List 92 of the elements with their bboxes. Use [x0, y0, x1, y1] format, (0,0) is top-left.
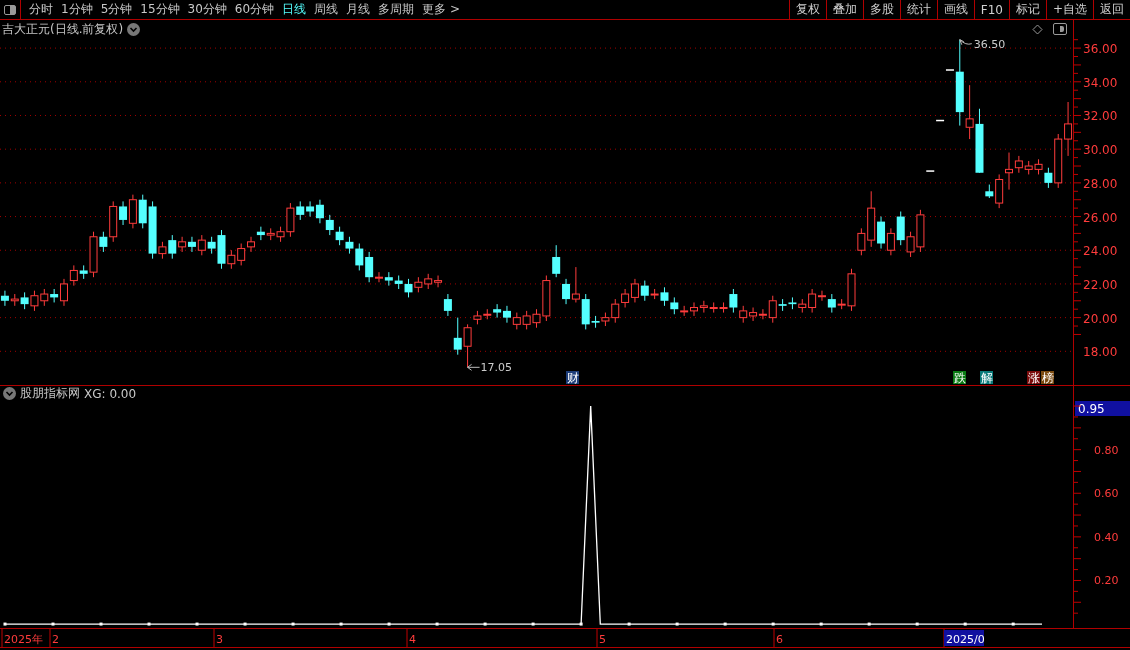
indicator-title: 股朋指标网	[20, 385, 80, 402]
candle	[552, 244, 561, 278]
candle	[975, 108, 984, 174]
event-marker[interactable]: 解	[980, 371, 993, 385]
period-tab[interactable]: 5分钟	[100, 1, 133, 18]
candle	[128, 194, 137, 229]
period-tab[interactable]: 日线	[282, 1, 307, 18]
candle	[502, 305, 511, 324]
dropdown-icon[interactable]	[3, 387, 16, 400]
candle	[404, 278, 413, 298]
candle	[493, 303, 502, 319]
candle	[266, 227, 275, 241]
period-tab[interactable]: 15分钟	[140, 1, 180, 18]
candle	[709, 301, 718, 314]
date-label: 6	[776, 633, 783, 646]
high-price-label: 36.50	[973, 38, 1006, 51]
event-marker[interactable]: 榜	[1041, 371, 1054, 385]
axis-label: 26.00	[1083, 210, 1118, 225]
axis-label: 0.40	[1094, 530, 1119, 544]
candle	[483, 308, 492, 320]
date-label: 3	[216, 633, 223, 646]
candle	[935, 119, 945, 122]
candle	[384, 271, 393, 287]
candle	[325, 214, 334, 236]
axis-label: 34.00	[1083, 75, 1118, 90]
event-marker[interactable]: 涨	[1027, 371, 1040, 385]
date-label: 5	[599, 633, 606, 646]
candle	[30, 290, 39, 312]
date-label: 4	[409, 633, 416, 646]
leader-line	[467, 363, 481, 371]
axis-label: 0.60	[1094, 487, 1119, 501]
candle	[0, 290, 9, 307]
candle	[315, 199, 324, 224]
candle	[424, 273, 433, 290]
panel-toggle-icon[interactable]	[1053, 23, 1067, 35]
dropdown-icon[interactable]	[127, 22, 141, 36]
candle	[434, 275, 443, 288]
candle	[10, 293, 19, 307]
axis-label: 24.00	[1083, 244, 1118, 259]
period-tab[interactable]: 周线	[314, 1, 339, 18]
axis-label: 0.20	[1094, 574, 1119, 588]
candle	[621, 288, 630, 308]
event-marker[interactable]: 跌	[953, 371, 966, 385]
candle	[335, 226, 344, 246]
candle	[562, 278, 571, 305]
axis-label: 36.00	[1083, 42, 1118, 57]
candle	[256, 226, 265, 241]
candle	[1064, 101, 1073, 157]
axis-label: 28.00	[1083, 176, 1118, 191]
axis-label: 18.00	[1083, 345, 1118, 360]
indicator-readout: XG: 0.00	[84, 386, 137, 401]
axis-label: 20.00	[1083, 311, 1118, 326]
candle	[237, 243, 246, 266]
candle	[886, 227, 895, 256]
period-tab[interactable]: 多周期	[378, 1, 415, 18]
candle	[699, 300, 708, 314]
axis-label: 30.00	[1083, 143, 1118, 158]
axis-label: 32.00	[1083, 109, 1118, 124]
candle	[40, 288, 49, 307]
period-tab[interactable]: 月线	[346, 1, 371, 18]
event-marker[interactable]: 财	[566, 371, 579, 385]
axis-label: 0.80	[1094, 443, 1119, 457]
candle	[187, 236, 196, 253]
period-tab[interactable]: 分时	[29, 1, 53, 18]
candle	[571, 266, 580, 303]
leader-line	[959, 39, 973, 46]
chart-title: 吉大正元(日线.前复权)	[2, 20, 124, 38]
diamond-icon[interactable]	[1032, 23, 1043, 35]
date-label: 2	[52, 633, 59, 646]
candle	[1024, 160, 1033, 175]
candle	[522, 310, 531, 330]
candle	[394, 275, 403, 290]
candle	[414, 276, 423, 293]
period-tab[interactable]: 30分钟	[187, 1, 227, 18]
low-price-label: 17.05	[480, 361, 513, 375]
candle	[197, 234, 206, 256]
candle	[896, 211, 905, 246]
candle	[512, 312, 521, 330]
candle	[749, 307, 758, 322]
candle	[788, 296, 797, 310]
candle	[739, 305, 748, 324]
cursor-value: 0.95	[1075, 401, 1130, 416]
axis-label: 22.00	[1083, 277, 1118, 292]
candle	[630, 278, 639, 303]
candle	[20, 291, 29, 310]
date-label: 2025年	[4, 633, 43, 646]
period-tab[interactable]: 更多 >	[422, 1, 460, 18]
cursor-date-label: 2025/0	[944, 630, 985, 646]
candle	[306, 200, 315, 218]
period-tab[interactable]: 60分钟	[234, 1, 275, 18]
candle	[1034, 158, 1043, 175]
period-tab[interactable]: 1分钟	[61, 1, 93, 18]
